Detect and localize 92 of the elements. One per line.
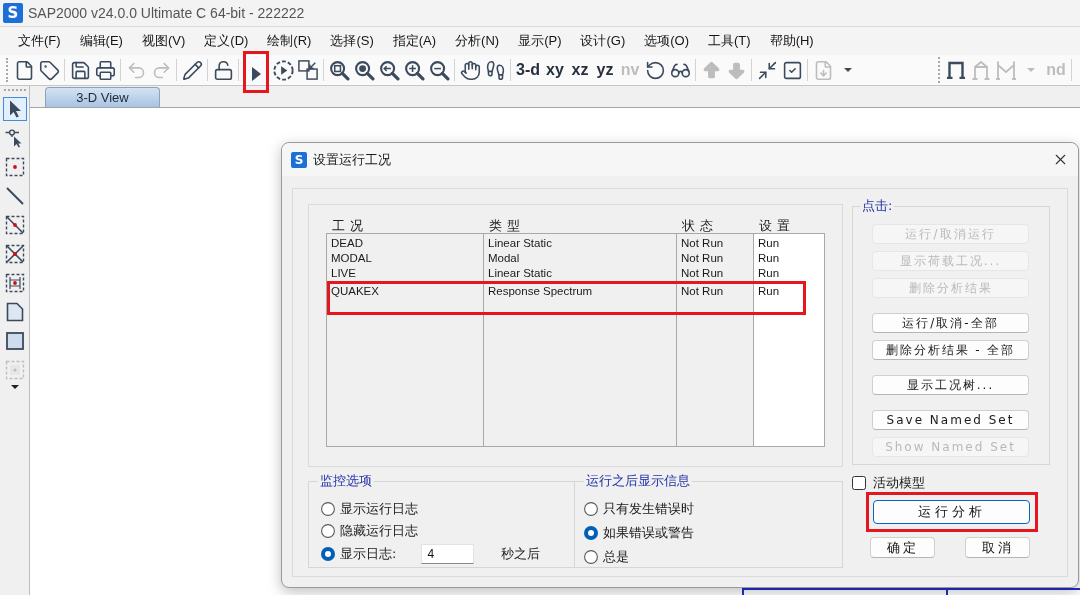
run-analysis-button[interactable]: 运行分析 (873, 500, 1030, 524)
table-cell[interactable]: Run (754, 236, 780, 251)
view-button[interactable]: yz (595, 61, 615, 79)
table-cell[interactable]: Run (754, 251, 780, 266)
radio-label[interactable]: 显示运行日志 (340, 500, 418, 518)
action-button[interactable]: 显示工况树... (872, 375, 1029, 395)
action-button[interactable]: 运行/取消-全部 (872, 313, 1029, 333)
check-square-icon[interactable] (781, 59, 803, 81)
toolbar-gripper[interactable] (3, 89, 26, 92)
table-cell[interactable]: Not Run (677, 266, 724, 281)
table-cell[interactable]: Modal (484, 251, 520, 266)
overlapping-squares-icon[interactable] (298, 60, 318, 80)
menu-item[interactable]: 工具(T) (708, 32, 751, 50)
inward-arrows-icon[interactable] (756, 59, 778, 81)
dialog-title: 设置运行工况 (313, 150, 391, 169)
footprints-icon[interactable] (484, 59, 506, 81)
zoom-box-icon[interactable] (328, 59, 350, 81)
table-cell[interactable]: Linear Static (484, 266, 552, 281)
rotate-icon[interactable] (644, 59, 666, 81)
action-button[interactable]: 删除分析结果 - 全部 (872, 340, 1029, 360)
menu-item[interactable]: 显示(P) (518, 32, 562, 50)
toolbar-gripper[interactable] (938, 57, 941, 83)
table-cell[interactable]: Linear Static (484, 236, 552, 251)
radio-label[interactable]: 总是 (603, 548, 629, 566)
magnifier-icon[interactable] (353, 59, 375, 81)
hand-icon[interactable] (459, 59, 481, 81)
menu-item[interactable]: 帮助(H) (769, 32, 814, 50)
table-cell[interactable]: Response Spectrum (484, 284, 593, 299)
table-cell[interactable]: Run (754, 266, 780, 281)
radio-button[interactable] (321, 502, 335, 516)
group-title: 点击: (861, 197, 894, 215)
menu-item[interactable]: 选项(O) (644, 32, 690, 50)
caret-icon[interactable] (844, 68, 852, 72)
menu-item[interactable]: 绘制(R) (267, 32, 312, 50)
play-circle-icon[interactable] (272, 59, 294, 81)
menu-item[interactable]: 指定(A) (392, 32, 437, 50)
zoom-in-icon[interactable] (403, 59, 425, 81)
radio-button[interactable] (321, 547, 335, 561)
view-button[interactable]: 3-d (515, 61, 541, 79)
column-header: 工况 (331, 218, 369, 233)
radio-label[interactable]: 隐藏运行日志 (340, 522, 418, 540)
radio-button[interactable] (584, 502, 598, 516)
ok-button[interactable]: 确定 (870, 537, 935, 558)
radio-button[interactable] (584, 526, 598, 540)
table-cell[interactable]: DEAD (327, 236, 363, 251)
app-logo: S (291, 151, 307, 168)
window-title: SAP2000 v24.0.0 Ultimate C 64-bit - 222222 (28, 5, 305, 21)
tag-icon[interactable] (38, 59, 60, 81)
caret-icon[interactable] (10, 385, 19, 389)
column-header: 设置 (758, 218, 796, 233)
pointer-icon[interactable] (2, 97, 27, 121)
input-field[interactable]: 4 (421, 544, 475, 564)
zoom-out-icon[interactable] (428, 59, 450, 81)
menu-item[interactable]: 选择(S) (330, 32, 374, 50)
printer-icon[interactable] (94, 59, 116, 81)
menu-item[interactable]: 分析(N) (455, 32, 500, 50)
pencil-icon[interactable] (181, 59, 203, 81)
radio-label[interactable]: 显示日志: (340, 545, 397, 563)
radio-label[interactable]: 只有发生错误时 (603, 500, 694, 518)
table-cell[interactable]: Not Run (677, 251, 724, 266)
radio-button[interactable] (321, 524, 335, 538)
table-cell[interactable]: MODAL (327, 251, 372, 266)
toolbar-gripper[interactable] (6, 58, 9, 82)
table-cell[interactable]: Run (754, 284, 780, 299)
radio-button[interactable] (584, 550, 598, 564)
table-cell[interactable]: Not Run (677, 284, 724, 299)
unit-label: 秒之后 (501, 545, 541, 563)
checkbox[interactable] (852, 476, 866, 490)
menu-item[interactable]: 设计(G) (580, 32, 626, 50)
table-cell[interactable]: LIVE (327, 266, 356, 281)
table-cell[interactable]: Not Run (677, 236, 724, 251)
open-padlock-icon[interactable] (212, 59, 234, 81)
menu-item[interactable]: 编辑(E) (79, 32, 123, 50)
column-header: 类型 (488, 218, 526, 233)
zoom-back-icon[interactable] (378, 59, 400, 81)
menu-item[interactable]: 视图(V) (141, 32, 186, 50)
column-header: 状态 (681, 218, 719, 233)
play-icon[interactable] (251, 67, 261, 81)
action-button[interactable]: Save Named Set (872, 410, 1029, 430)
portal-frame-icon[interactable] (946, 61, 966, 79)
checkbox-label[interactable]: 活动模型 (873, 474, 925, 492)
view-button[interactable]: xy (545, 61, 565, 79)
view-button[interactable]: xz (570, 61, 590, 79)
menu-item[interactable]: 文件(F) (18, 32, 61, 50)
menu-item[interactable]: 定义(D) (204, 32, 249, 50)
app-logo: S (3, 3, 23, 23)
table-cell[interactable]: QUAKEX (327, 284, 379, 299)
cancel-button[interactable]: 取消 (965, 537, 1030, 558)
tab[interactable]: 3-D View (45, 87, 160, 107)
radio-label[interactable]: 如果错误或警告 (603, 524, 694, 542)
group-title: 监控选项 (319, 472, 373, 490)
group-title: 运行之后显示信息 (585, 472, 691, 490)
